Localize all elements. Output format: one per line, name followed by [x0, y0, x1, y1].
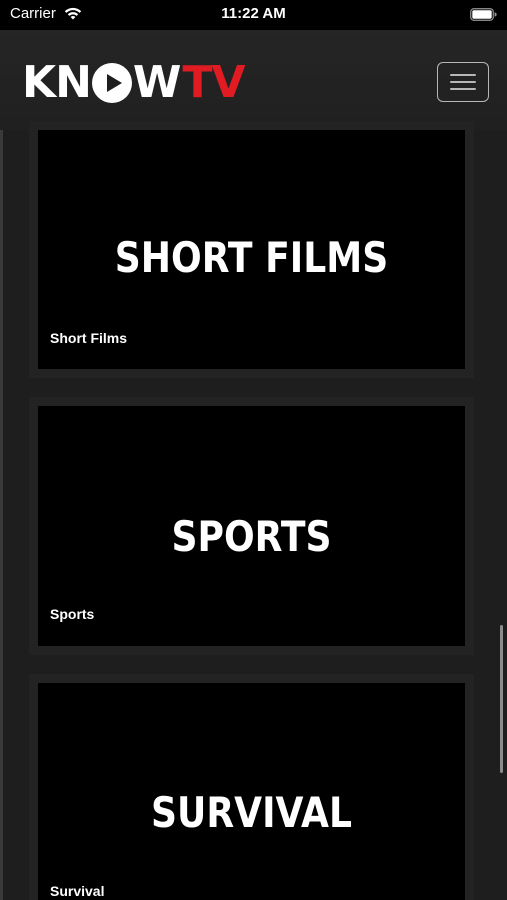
left-edge [0, 130, 3, 900]
knowtv-logo[interactable]: KN W TV [22, 57, 246, 108]
card-art-title: SHORT FILMS [114, 233, 389, 282]
clock: 11:22 AM [221, 5, 286, 22]
logo-text-kn: KN [22, 57, 92, 108]
status-bar: Carrier 11:22 AM [0, 0, 507, 30]
card-label: Sports [50, 606, 95, 622]
battery-icon [470, 8, 497, 21]
logo-text-w2: W [132, 57, 182, 108]
card-label: Short Films [50, 330, 128, 346]
category-card-short-films[interactable]: SHORT FILMS Short Films [38, 130, 465, 369]
hamburger-menu-icon [450, 74, 476, 76]
card-art-title: SURVIVAL [150, 788, 353, 837]
hamburger-menu-button[interactable] [437, 62, 489, 102]
category-card-sports[interactable]: SPORTS Sports [38, 406, 465, 646]
menu-line-middle [450, 81, 476, 83]
logo-text-tv: TV [182, 57, 245, 108]
category-card-survival[interactable]: SURVIVAL Survival [38, 683, 465, 900]
play-circle-icon [91, 63, 132, 103]
card-label: Survival [50, 883, 105, 899]
app-screen: Carrier 11:22 AM KN W TV SHORT FILMS Sho… [0, 0, 507, 900]
card-art-title: SPORTS [171, 512, 332, 561]
menu-line-bottom [450, 88, 476, 90]
scrollbar[interactable] [500, 625, 503, 773]
app-header: KN W TV [0, 30, 507, 130]
category-list[interactable]: SHORT FILMS Short Films SPORTS Sports SU… [0, 130, 507, 900]
